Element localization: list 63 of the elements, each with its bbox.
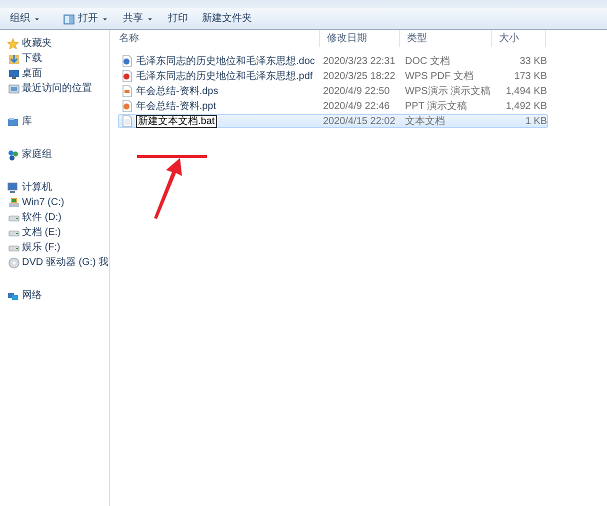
library-icon xyxy=(7,116,19,128)
date-cell-text: 2020/4/9 22:46 xyxy=(323,100,391,114)
file-name: 年会总结-资料.ppt xyxy=(136,100,216,114)
file-icon xyxy=(121,100,133,112)
date-cell-text: 2020/3/23 22:31 xyxy=(323,54,396,68)
star-icon xyxy=(7,38,19,50)
file-icon xyxy=(121,55,133,67)
file-icon xyxy=(121,70,133,82)
file-row[interactable]: 年会总结-资料.dps 2020/4/9 22:50 WPS演示 演示文稿 1,494 KB xyxy=(118,84,548,98)
file-row[interactable]: 新建文本文档.bat 2020/4/15 22:02 文本文档 1 KB xyxy=(118,114,548,128)
file-row[interactable]: 毛泽东同志的历史地位和毛泽东思想.doc 2020/3/23 22:31 DOC 文档 33 KB xyxy=(118,54,548,68)
toolbar-button[interactable]: 组织 xyxy=(4,10,47,28)
date-cell-text: 2020/4/15 22:02 xyxy=(323,114,396,128)
sidebar-item[interactable]: 家庭组 xyxy=(0,147,109,162)
window-icon xyxy=(63,12,75,24)
toolbar-button[interactable]: 新建文件夹 xyxy=(196,10,258,28)
file-row[interactable]: 毛泽东同志的历史地位和毛泽东思想.pdf 2020/3/25 18:22 WPS PDF 文档 173 KB xyxy=(118,69,548,83)
sidebar-item[interactable]: 文档 (E:) xyxy=(0,225,61,240)
sidebar-item[interactable]: 桌面 xyxy=(0,66,42,81)
type-cell-text: WPS PDF 文档 xyxy=(404,70,474,84)
sidebar-item[interactable]: 网络 xyxy=(0,288,109,303)
file-icon xyxy=(121,115,133,127)
rename-field[interactable]: 新建文本文档.bat xyxy=(136,114,217,128)
system-drive-icon xyxy=(8,196,20,208)
file-name: 毛泽东同志的历史地位和毛泽东思想.doc xyxy=(136,54,315,68)
sidebar-item[interactable]: 娱乐 (F:) xyxy=(0,240,60,255)
size-cell-text: 33 KB xyxy=(518,54,547,68)
file-name: 年会总结-资料.dps xyxy=(136,84,218,98)
column-header[interactable]: 名称 xyxy=(112,30,320,47)
type-cell-text: DOC 文档 xyxy=(404,54,451,68)
sidebar-item[interactable]: 下载 xyxy=(0,51,42,66)
download-folder-icon xyxy=(8,52,20,64)
size-cell-text: 1,492 KB xyxy=(504,100,547,114)
recent-places-icon xyxy=(8,82,20,94)
date-cell-text: 2020/4/9 22:50 xyxy=(323,84,391,98)
desktop-icon xyxy=(8,68,20,80)
type-cell-text: 文本文档 xyxy=(404,114,446,128)
sidebar-item[interactable]: DVD 驱动器 (G:) 我 xyxy=(0,255,109,270)
column-header[interactable]: 大小 xyxy=(492,30,546,47)
sidebar-item[interactable]: 库 xyxy=(0,114,109,129)
type-cell-text: PPT 演示文稿 xyxy=(404,100,468,114)
date-cell-text: 2020/3/25 18:22 xyxy=(323,70,396,84)
sidebar-item[interactable]: 最近访问的位置 xyxy=(0,81,92,96)
toolbar-button[interactable]: 打开 xyxy=(57,10,115,28)
sidebar-item[interactable]: 计算机 xyxy=(0,180,109,195)
disc-icon xyxy=(8,256,20,268)
size-cell-text: 173 KB xyxy=(513,70,547,84)
toolbar-button[interactable]: 打印 xyxy=(162,10,194,28)
underline-mark xyxy=(137,155,207,158)
column-header[interactable]: 修改日期 xyxy=(320,30,400,47)
size-cell-text: 1 KB xyxy=(524,114,547,128)
column-header[interactable]: 类型 xyxy=(400,30,492,47)
sidebar-item[interactable]: 软件 (D:) xyxy=(0,210,62,225)
homegroup-icon xyxy=(7,148,19,160)
file-name: 毛泽东同志的历史地位和毛泽东思想.pdf xyxy=(136,70,313,84)
toolbar-button[interactable]: 共享 xyxy=(117,10,160,28)
file-icon xyxy=(121,85,133,97)
size-cell-text: 1,494 KB xyxy=(504,84,547,98)
type-cell-text: WPS演示 演示文稿 xyxy=(404,84,492,98)
file-row[interactable]: 年会总结-资料.ppt 2020/4/9 22:46 PPT 演示文稿 1,492 KB xyxy=(118,99,548,113)
sidebar-item[interactable]: 收藏夹 xyxy=(0,36,109,51)
sidebar-item[interactable]: Win7 (C:) xyxy=(0,195,64,210)
computer-icon xyxy=(7,182,19,194)
